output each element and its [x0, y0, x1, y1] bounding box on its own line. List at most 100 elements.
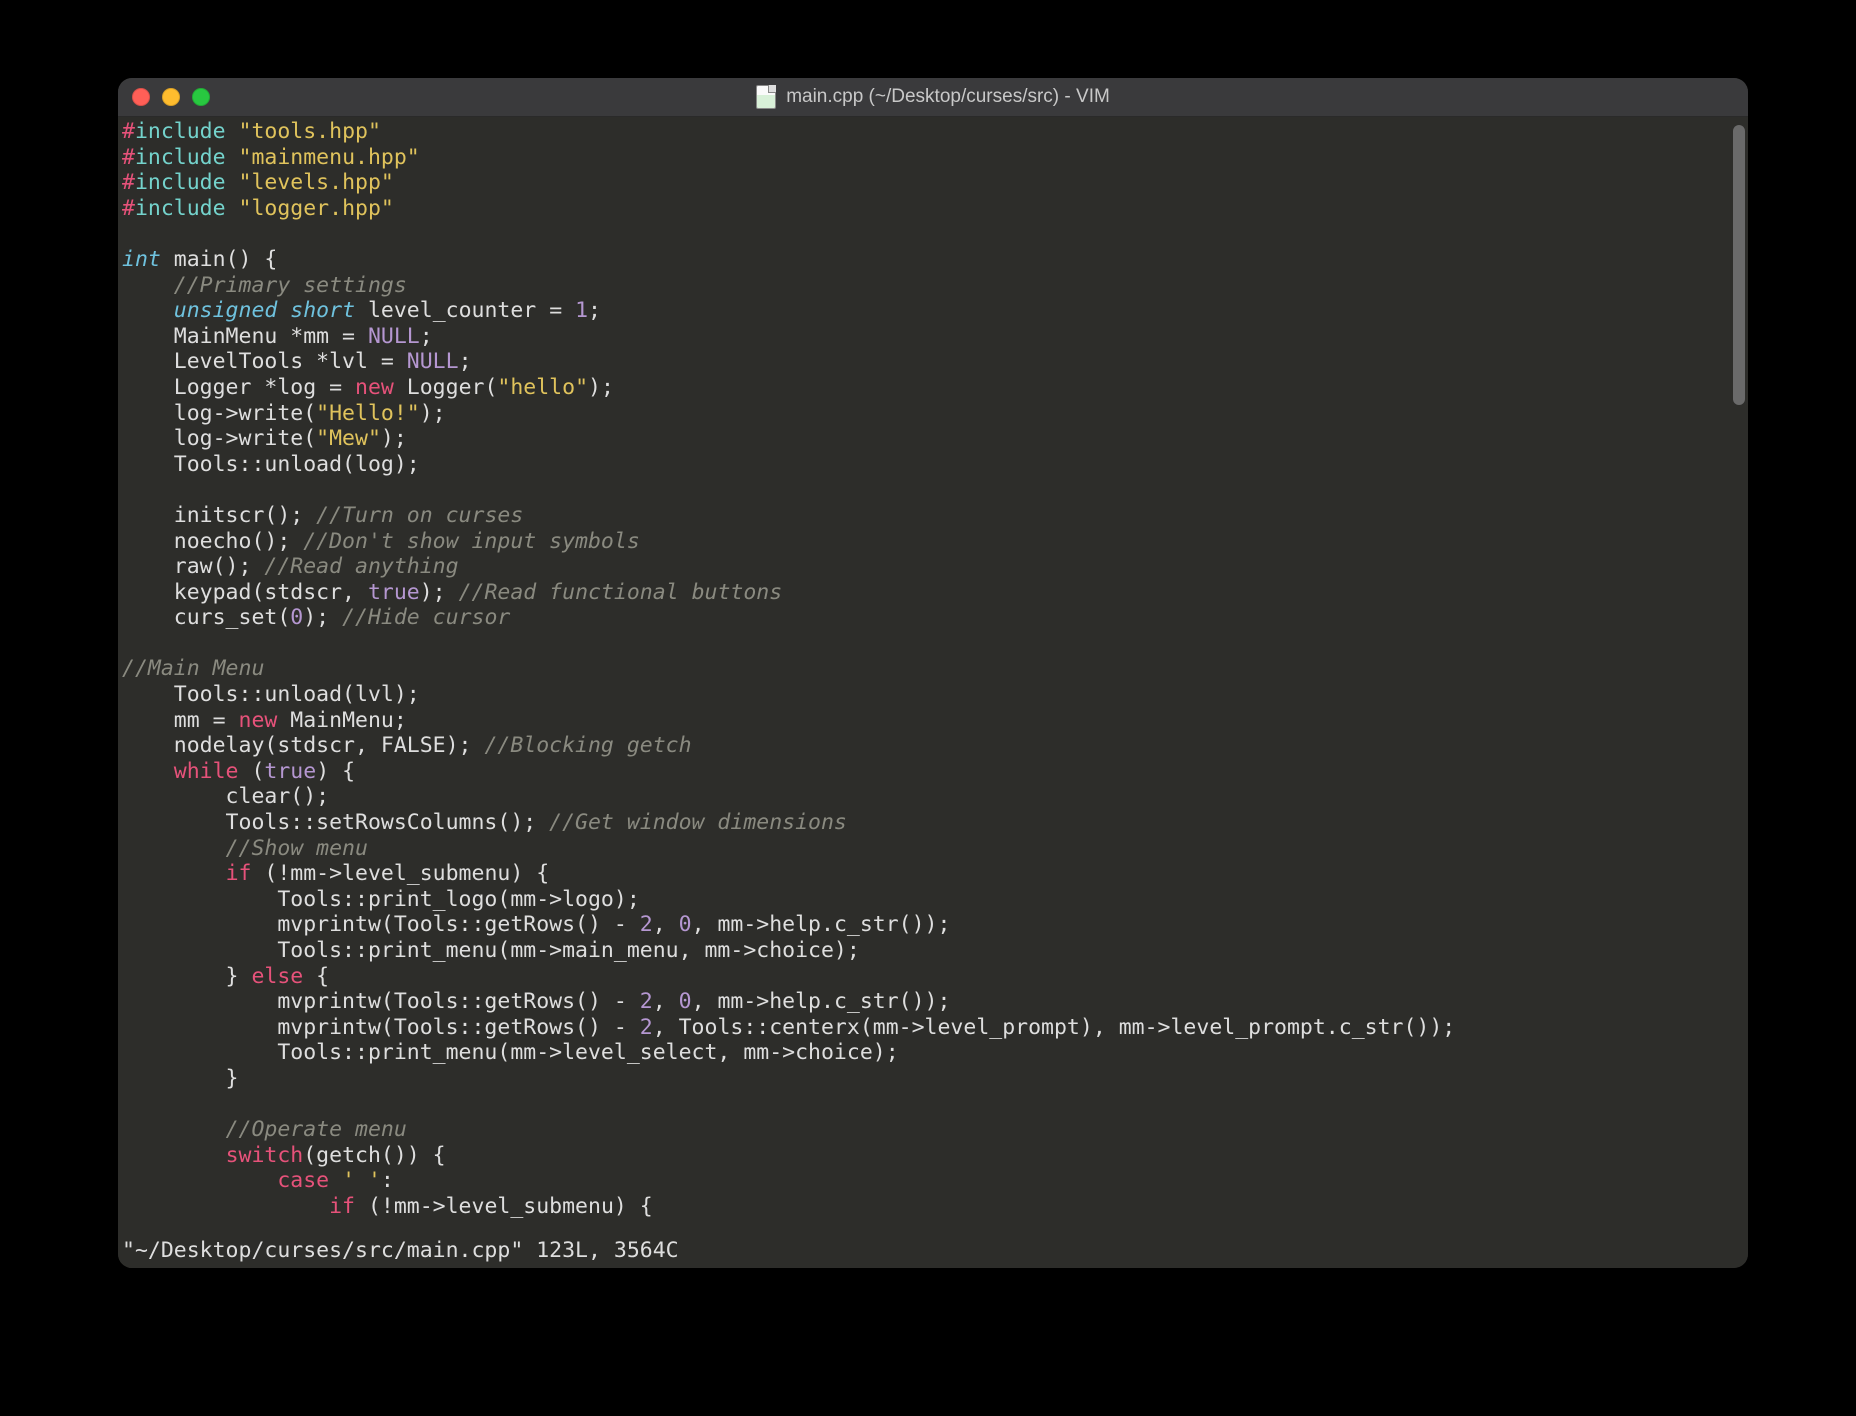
- comment: //Main Menu: [122, 656, 264, 681]
- code-text: initscr();: [122, 503, 316, 528]
- include-arg: "logger.hpp": [239, 196, 394, 221]
- keyword-while: while: [174, 759, 239, 784]
- editor-area[interactable]: #include "tools.hpp" #include "mainmenu.…: [118, 117, 1748, 1238]
- code-text: );: [420, 580, 459, 605]
- code-text: ;: [420, 324, 433, 349]
- preproc-keyword: include: [135, 119, 226, 144]
- keyword-new: new: [239, 708, 278, 733]
- code-text: Tools::print_logo(mm->logo);: [122, 887, 640, 912]
- code-text: );: [588, 375, 614, 400]
- code-text: (!mm->level_submenu) {: [355, 1194, 653, 1219]
- code-text: MainMenu;: [277, 708, 406, 733]
- code-text: raw();: [122, 554, 264, 579]
- code-text: MainMenu *mm =: [122, 324, 368, 349]
- minimize-icon[interactable]: [162, 88, 180, 106]
- string: "Hello!": [316, 401, 420, 426]
- boolean: true: [368, 580, 420, 605]
- type-short: short: [290, 298, 355, 323]
- char-literal: ' ': [342, 1168, 381, 1193]
- code-text: ;: [459, 349, 472, 374]
- boolean: true: [264, 759, 316, 784]
- code-text: mm =: [122, 708, 239, 733]
- code-text: , Tools::centerx(mm->level_prompt), mm->…: [653, 1015, 1456, 1040]
- keyword-else: else: [251, 964, 303, 989]
- code-text: level_counter =: [355, 298, 575, 323]
- code-text: nodelay(stdscr, FALSE);: [122, 733, 484, 758]
- comment: //Blocking getch: [484, 733, 691, 758]
- number: 0: [290, 605, 303, 630]
- comment: //Turn on curses: [316, 503, 523, 528]
- status-line: "~/Desktop/curses/src/main.cpp" 123L, 35…: [118, 1238, 1748, 1268]
- code-text: Logger *log =: [122, 375, 355, 400]
- code-text: :: [381, 1168, 394, 1193]
- keyword-if: if: [226, 861, 252, 886]
- scrollbar[interactable]: [1730, 117, 1748, 1238]
- code-text: LevelTools *lvl =: [122, 349, 407, 374]
- zoom-icon[interactable]: [192, 88, 210, 106]
- scrollbar-thumb[interactable]: [1733, 125, 1745, 405]
- keyword-new: new: [355, 375, 394, 400]
- comment: //Operate menu: [226, 1117, 407, 1142]
- include-arg: "levels.hpp": [239, 170, 394, 195]
- preproc-keyword: include: [135, 145, 226, 170]
- code-text: ) {: [316, 759, 355, 784]
- code-text: curs_set(: [122, 605, 290, 630]
- preproc-hash: #: [122, 170, 135, 195]
- code-editor[interactable]: #include "tools.hpp" #include "mainmenu.…: [118, 117, 1730, 1238]
- comment: //Read functional buttons: [459, 580, 783, 605]
- code-text: Tools::print_menu(mm->level_select, mm->…: [122, 1040, 899, 1065]
- null-literal: NULL: [407, 349, 459, 374]
- code-text: (!mm->level_submenu) {: [251, 861, 549, 886]
- type-int: int: [122, 247, 161, 272]
- number: 2: [640, 1015, 653, 1040]
- comment: //Don't show input symbols: [303, 529, 640, 554]
- code-text: }: [122, 964, 251, 989]
- code-text: Logger(: [394, 375, 498, 400]
- code-text: );: [381, 426, 407, 451]
- comment: //Get window dimensions: [549, 810, 847, 835]
- preproc-keyword: include: [135, 170, 226, 195]
- code-text: noecho();: [122, 529, 303, 554]
- code-text: (getch()) {: [303, 1143, 445, 1168]
- preproc-hash: #: [122, 196, 135, 221]
- null-literal: NULL: [368, 324, 420, 349]
- code-text: Tools::print_menu(mm->main_menu, mm->cho…: [122, 938, 860, 963]
- code-text: clear();: [122, 784, 329, 809]
- number: 1: [575, 298, 588, 323]
- include-arg: "mainmenu.hpp": [239, 145, 420, 170]
- number: 2: [640, 989, 653, 1014]
- code-text: Tools::setRowsColumns();: [122, 810, 549, 835]
- number: 0: [679, 912, 692, 937]
- terminal-window: main.cpp (~/Desktop/curses/src) - VIM #i…: [118, 78, 1748, 1268]
- code-text: log->write(: [122, 426, 316, 451]
- code-text: ;: [588, 298, 601, 323]
- code-text: keypad(stdscr,: [122, 580, 368, 605]
- code-text: );: [303, 605, 342, 630]
- code-text: mvprintw(Tools::getRows() -: [122, 989, 640, 1014]
- preproc-hash: #: [122, 119, 135, 144]
- comment: //Hide cursor: [342, 605, 510, 630]
- string: "Mew": [316, 426, 381, 451]
- code-text: }: [122, 1066, 239, 1091]
- keyword-if: if: [329, 1194, 355, 1219]
- traffic-lights: [118, 88, 210, 106]
- code-text: (: [239, 759, 265, 784]
- preproc-hash: #: [122, 145, 135, 170]
- code-text: {: [303, 964, 329, 989]
- titlebar[interactable]: main.cpp (~/Desktop/curses/src) - VIM: [118, 78, 1748, 117]
- keyword-case: case: [277, 1168, 329, 1193]
- include-arg: "tools.hpp": [239, 119, 381, 144]
- keyword-switch: switch: [226, 1143, 304, 1168]
- number: 0: [679, 989, 692, 1014]
- comment: //Primary settings: [174, 273, 407, 298]
- code-text: , mm->help.c_str());: [692, 912, 951, 937]
- code-text: , mm->help.c_str());: [692, 989, 951, 1014]
- close-icon[interactable]: [132, 88, 150, 106]
- code-text: main() {: [161, 247, 278, 272]
- code-text: ,: [653, 912, 679, 937]
- file-icon: [756, 85, 776, 109]
- comment: //Read anything: [264, 554, 458, 579]
- window-title: main.cpp (~/Desktop/curses/src) - VIM: [118, 85, 1748, 109]
- string: "hello": [497, 375, 588, 400]
- code-text: );: [420, 401, 446, 426]
